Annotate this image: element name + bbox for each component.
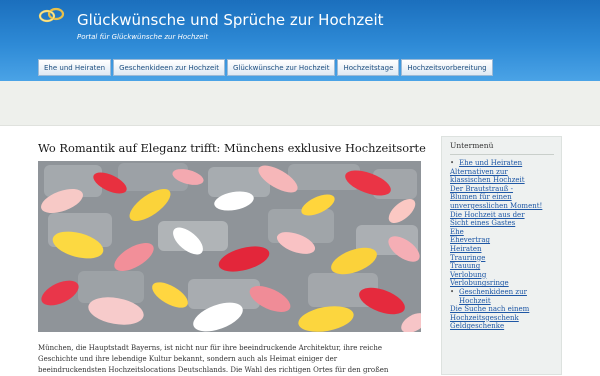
sidebar-list: • Ehe und Heiraten Alternativen zur klass… (450, 159, 542, 331)
sidebar-subitem[interactable]: Verlobungsringe (450, 279, 542, 288)
nav-item-geschenkideen[interactable]: Geschenkideen zur Hochzeit (113, 59, 225, 76)
sidebar-subitem[interactable]: Heiraten (450, 245, 542, 254)
sidebar-subitem[interactable]: Hochzeitsgeschenk (450, 314, 542, 323)
sidebar-subitem[interactable]: Der Brautstrauß - (450, 185, 542, 194)
sidebar-subitem[interactable]: Die Suche nach einem (450, 305, 542, 314)
sidebar-subitem[interactable]: klassischen Hochzeit (450, 176, 542, 185)
article-line: Geschichte und ihre lebendige Kultur bek… (38, 355, 338, 363)
nav-item-hochzeitsvorbereitung[interactable]: Hochzeitsvorbereitung (401, 59, 493, 76)
sidebar-subitem[interactable]: Trauung (450, 262, 542, 271)
sidebar-subitem[interactable]: unvergesslichen Moment! (450, 202, 542, 211)
nav-item-glueckwuensche[interactable]: Glückwünsche zur Hochzeit (226, 59, 336, 76)
sidebar-subitem[interactable]: Trauringe (450, 254, 542, 263)
site-title[interactable]: Glückwünsche und Sprüche zur Hochzeit (77, 11, 384, 29)
list-bullet-icon: • (450, 159, 455, 167)
site-header: Glückwünsche und Sprüche zur Hochzeit Po… (0, 0, 600, 81)
article-text: München, die Hauptstadt Bayerns, ist nic… (38, 343, 428, 376)
sidebar-subitem[interactable]: Blumen für einen (450, 193, 542, 202)
nav-item-ehe-und-heiraten[interactable]: Ehe und Heiraten (38, 59, 112, 76)
sidebar-subitem[interactable]: Sicht eines Gastes (450, 219, 542, 228)
rose-petals-on-cobblestones-image (38, 161, 421, 332)
main-navigation: Ehe und Heiraten Geschenkideen zur Hochz… (38, 59, 495, 76)
sidebar-item-geschenkideen-cont[interactable]: Hochzeit (450, 297, 542, 306)
sidebar-heading: Untermenü (450, 141, 494, 150)
header-band (0, 81, 600, 126)
list-bullet-icon: • (450, 287, 455, 296)
sidebar-item-geschenkideen[interactable]: • Geschenkideen zur (450, 288, 542, 297)
wedding-rings-icon[interactable] (38, 5, 66, 25)
sidebar-subitem[interactable]: Ehevertrag (450, 236, 542, 245)
article-line: München, die Hauptstadt Bayerns, ist nic… (38, 344, 382, 352)
sidebar-subitem[interactable]: Die Hochzeit aus der (450, 211, 542, 220)
sidebar-submenu: Untermenü • Ehe und Heiraten Alternativen… (441, 136, 562, 375)
sidebar-divider (450, 154, 554, 155)
sidebar-subitem[interactable]: Geldgeschenke (450, 322, 542, 331)
sidebar-subitem[interactable]: Verlobung (450, 271, 542, 280)
nav-item-hochzeitstage[interactable]: Hochzeitstage (337, 59, 400, 76)
sidebar-item-ehe-und-heiraten[interactable]: • Ehe und Heiraten (450, 159, 542, 168)
article-title[interactable]: Wo Romantik auf Eleganz trifft: Münchens… (38, 141, 426, 155)
sidebar-subitem[interactable]: Alternativen zur (450, 168, 542, 177)
article-line: beeindruckendsten Hochzeitslocations Deu… (38, 366, 389, 374)
site-tagline: Portal für Glückwünsche zur Hochzeit (77, 33, 209, 41)
sidebar-subitem[interactable]: Ehe (450, 228, 542, 237)
